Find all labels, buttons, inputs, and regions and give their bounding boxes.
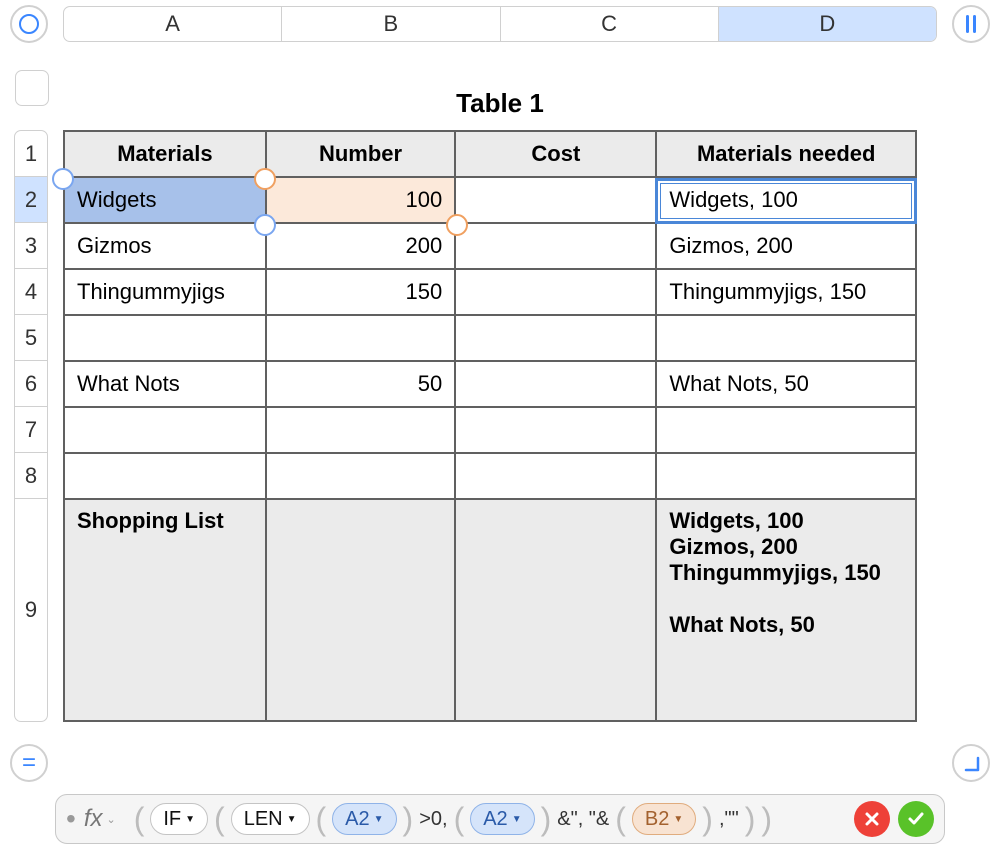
cell-c3[interactable] xyxy=(455,223,656,269)
row-header-9[interactable]: 9 xyxy=(15,499,47,721)
cell-d7[interactable] xyxy=(656,407,916,453)
cell-b9[interactable] xyxy=(266,499,455,721)
row-header-7[interactable]: 7 xyxy=(15,407,47,453)
bullet-icon: • xyxy=(66,803,76,835)
cell-d8[interactable] xyxy=(656,453,916,499)
cell-d5[interactable] xyxy=(656,315,916,361)
triangle-down-icon: ▼ xyxy=(512,814,522,825)
cell-b6[interactable]: 50 xyxy=(266,361,455,407)
cell-a8[interactable] xyxy=(64,453,266,499)
paren-open-3: ( xyxy=(316,803,327,835)
selection-handle-a2-br[interactable] xyxy=(254,214,276,236)
cell-c8[interactable] xyxy=(455,453,656,499)
cell-c7[interactable] xyxy=(455,407,656,453)
cell-c9[interactable] xyxy=(455,499,656,721)
formula-text-gt0: >0, xyxy=(419,808,447,831)
cell-c4[interactable] xyxy=(455,269,656,315)
selection-handle-b2-br[interactable] xyxy=(446,214,468,236)
cell-d4[interactable]: Thingummyjigs, 150 xyxy=(656,269,916,315)
table-title[interactable]: Table 1 xyxy=(0,88,1000,119)
triangle-down-icon: ▼ xyxy=(374,814,384,825)
chevron-down-icon: ⌄ xyxy=(106,813,115,826)
selection-handle-a2-tl[interactable] xyxy=(52,168,74,190)
circle-icon xyxy=(19,14,39,34)
triangle-down-icon: ▼ xyxy=(185,814,195,825)
cell-a6[interactable]: What Nots xyxy=(64,361,266,407)
paren-open-5: ( xyxy=(615,803,626,835)
close-icon xyxy=(863,810,881,828)
cell-a4[interactable]: Thingummyjigs xyxy=(64,269,266,315)
cell-b7[interactable] xyxy=(266,407,455,453)
cell-b8[interactable] xyxy=(266,453,455,499)
cell-d2[interactable]: Widgets, 100 xyxy=(656,177,916,223)
token-ref-b2[interactable]: B2▼ xyxy=(632,803,696,835)
header-materials[interactable]: Materials xyxy=(64,131,266,177)
paren-close-5: ) xyxy=(761,803,772,835)
paren-open-1: ( xyxy=(134,803,145,835)
row-header-5[interactable]: 5 xyxy=(15,315,47,361)
paren-close-4: ) xyxy=(745,803,756,835)
paren-open-2: ( xyxy=(214,803,225,835)
bars-icon xyxy=(966,15,976,33)
add-column-after-button[interactable] xyxy=(952,5,990,43)
row-header-3[interactable]: 3 xyxy=(15,223,47,269)
header-number[interactable]: Number xyxy=(266,131,455,177)
paren-close-3: ) xyxy=(702,803,713,835)
cell-d6[interactable]: What Nots, 50 xyxy=(656,361,916,407)
paren-close-1: ) xyxy=(403,803,414,835)
formula-text-concat1: &", "& xyxy=(557,808,609,831)
confirm-formula-button[interactable] xyxy=(898,801,934,837)
paren-close-2: ) xyxy=(541,803,552,835)
cell-b3[interactable]: 200 xyxy=(266,223,455,269)
col-header-a[interactable]: A xyxy=(64,7,282,41)
col-header-d[interactable]: D xyxy=(719,7,936,41)
column-headers: A B C D xyxy=(63,6,937,42)
cell-b4[interactable]: 150 xyxy=(266,269,455,315)
header-materials-needed[interactable]: Materials needed xyxy=(656,131,916,177)
token-ref-a2-2[interactable]: A2▼ xyxy=(470,803,534,835)
selection-handle-b2-tl[interactable] xyxy=(254,168,276,190)
cell-d3[interactable]: Gizmos, 200 xyxy=(656,223,916,269)
triangle-down-icon: ▼ xyxy=(673,814,683,825)
insert-formula-button[interactable]: = xyxy=(10,744,48,782)
cell-a3[interactable]: Gizmos xyxy=(64,223,266,269)
fx-menu[interactable]: fx ⌄ xyxy=(84,805,116,833)
token-len[interactable]: LEN▼ xyxy=(231,803,310,835)
cell-d9[interactable]: Widgets, 100Gizmos, 200Thingummyjigs, 15… xyxy=(656,499,916,721)
row-header-1[interactable]: 1 xyxy=(15,131,47,177)
cell-a2[interactable]: Widgets xyxy=(64,177,266,223)
cell-b5[interactable] xyxy=(266,315,455,361)
fx-label-text: fx xyxy=(84,805,103,833)
token-if[interactable]: IF▼ xyxy=(150,803,208,835)
cell-c2[interactable] xyxy=(455,177,656,223)
col-header-c[interactable]: C xyxy=(501,7,719,41)
cell-b2[interactable]: 100 xyxy=(266,177,455,223)
row-header-8[interactable]: 8 xyxy=(15,453,47,499)
cell-c5[interactable] xyxy=(455,315,656,361)
row-header-6[interactable]: 6 xyxy=(15,361,47,407)
triangle-down-icon: ▼ xyxy=(287,814,297,825)
add-column-before-button[interactable] xyxy=(10,5,48,43)
row-headers: 1 2 3 4 5 6 7 8 9 xyxy=(14,130,48,722)
cell-a7[interactable] xyxy=(64,407,266,453)
corner-icon xyxy=(964,756,980,772)
col-header-b[interactable]: B xyxy=(282,7,500,41)
row-header-2[interactable]: 2 xyxy=(15,177,47,223)
cell-a5[interactable] xyxy=(64,315,266,361)
cell-c6[interactable] xyxy=(455,361,656,407)
formula-bar[interactable]: • fx ⌄ ( IF▼ ( LEN▼ ( A2▼ ) >0, ( A2▼ ) … xyxy=(55,794,945,844)
header-cost[interactable]: Cost xyxy=(455,131,656,177)
cancel-formula-button[interactable] xyxy=(854,801,890,837)
resize-table-handle[interactable] xyxy=(952,744,990,782)
formula-text-tail: ,"" xyxy=(719,808,739,831)
paren-open-4: ( xyxy=(454,803,465,835)
check-icon xyxy=(907,810,925,828)
token-ref-a2-1[interactable]: A2▼ xyxy=(332,803,396,835)
cell-a9[interactable]: Shopping List xyxy=(64,499,266,721)
row-header-4[interactable]: 4 xyxy=(15,269,47,315)
spreadsheet-table: Materials Number Cost Materials needed W… xyxy=(63,130,917,722)
